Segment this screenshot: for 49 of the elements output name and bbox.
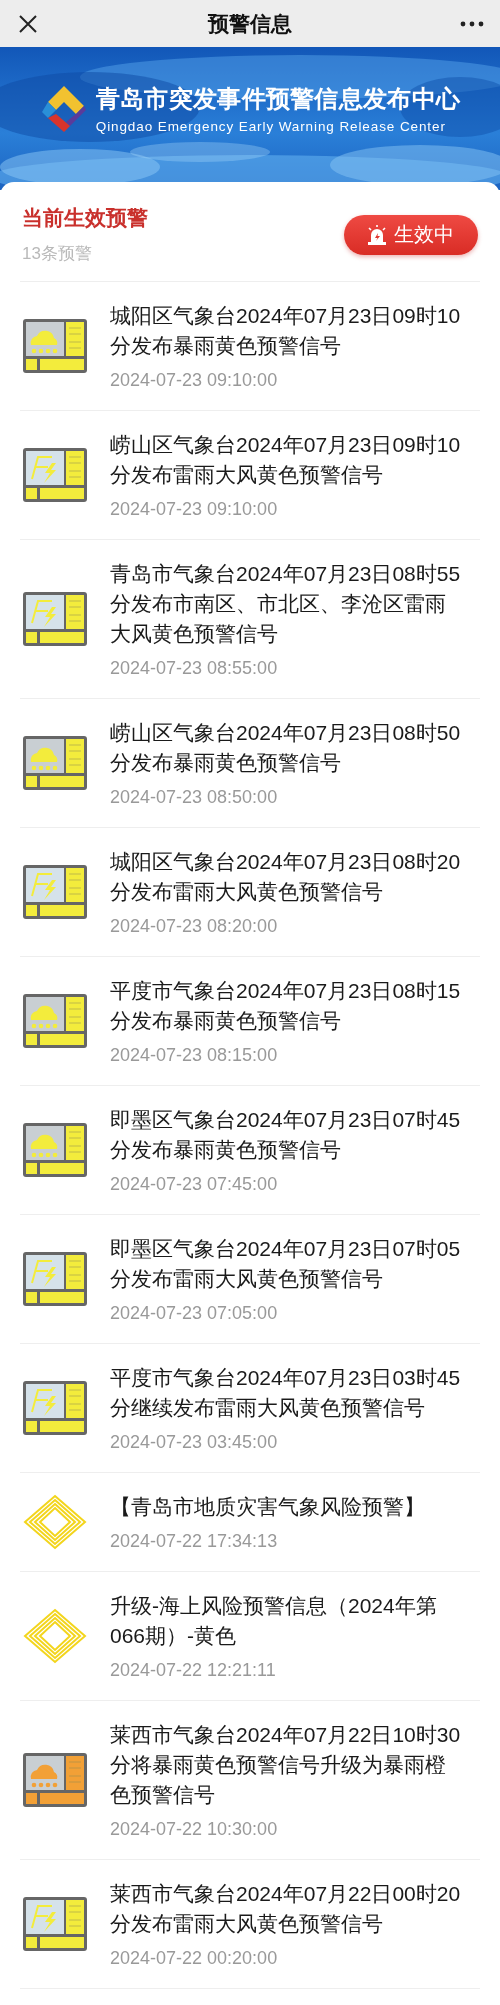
warning-count: 13条预警 [22,243,93,265]
thunderstorm-warning-icon [22,1380,88,1436]
rainstorm-warning-icon [22,1752,88,1808]
warning-title[interactable]: 平度市气象台2024年07月23日08时15分发布暴雨黄色预警信号 [110,976,464,1036]
warning-title[interactable]: 城阳区气象台2024年07月23日08时20分发布雷雨大风黄色预警信号 [110,847,464,907]
section-title: 当前生效预警 [22,205,148,231]
thunderstorm-warning-icon [22,591,88,647]
rainstorm-warning-icon [22,318,88,374]
rainstorm-warning-icon [22,1122,88,1178]
close-icon [18,13,38,34]
warning-title[interactable]: 【青岛市地质灾害气象风险预警】 [110,1492,464,1522]
thunderstorm-warning-icon [22,1251,88,1307]
diamond-logo-icon [22,1494,88,1550]
thunderstorm-warning-icon [22,447,88,503]
warning-time: 2024-07-23 07:05:00 [110,1302,279,1324]
page-title: 预警信息 [208,10,292,37]
rainstorm-warning-icon [22,993,88,1049]
warning-time: 2024-07-23 08:15:00 [110,1044,279,1066]
status-button[interactable]: 生效中 [344,214,478,255]
warning-time: 2024-07-23 09:10:00 [110,369,279,391]
warning-time: 2024-07-23 03:45:00 [110,1431,279,1453]
warning-time: 2024-07-23 08:20:00 [110,915,279,937]
diamond-logo-icon [22,1608,88,1664]
warning-time: 2024-07-23 09:10:00 [110,498,279,520]
thunderstorm-warning-icon [22,864,88,920]
warning-title[interactable]: 平度市气象台2024年07月23日03时45分继续发布雷雨大风黄色预警信号 [110,1363,464,1423]
warning-title[interactable]: 崂山区气象台2024年07月23日09时10分发布雷雨大风黄色预警信号 [110,430,464,490]
logo-icon [39,83,88,134]
warning-time: 2024-07-23 07:45:00 [110,1173,279,1195]
warning-title[interactable]: 崂山区气象台2024年07月23日08时50分发布暴雨黄色预警信号 [110,718,464,778]
warning-time: 2024-07-23 08:55:00 [110,657,279,679]
warning-time: 2024-07-22 12:21:11 [110,1659,277,1681]
warning-title[interactable]: 莱西市气象台2024年07月22日10时30分将暴雨黄色预警信号升级为暴雨橙色预警信号 [110,1720,464,1810]
more-icon [460,20,484,27]
thunderstorm-warning-icon [22,1896,88,1952]
warning-time: 2024-07-22 17:34:13 [110,1530,279,1552]
warning-title[interactable]: 即墨区气象台2024年07月23日07时45分发布暴雨黄色预警信号 [110,1105,464,1165]
warning-title[interactable]: 即墨区气象台2024年07月23日07时05分发布雷雨大风黄色预警信号 [110,1234,464,1294]
banner-title: 青岛市突发事件预警信息发布中心 [95,84,461,114]
warning-title[interactable]: 升级-海上风险预警信息（2024年第066期）-黄色 [110,1591,464,1651]
banner-subtitle: Qingdao Emergency Early Warning Release Center [95,119,447,134]
alarm-icon [366,223,388,246]
warning-title[interactable]: 城阳区气象台2024年07月23日09时10分发布暴雨黄色预警信号 [110,301,464,361]
rainstorm-warning-icon [22,735,88,791]
warning-time: 2024-07-22 00:20:00 [110,1947,279,1969]
warning-time: 2024-07-23 08:50:00 [110,786,279,808]
warning-time: 2024-07-22 10:30:00 [110,1818,279,1840]
warning-title[interactable]: 莱西市气象台2024年07月22日00时20分发布雷雨大风黄色预警信号 [110,1879,464,1939]
warning-title[interactable]: 青岛市气象台2024年07月23日08时55分发布市南区、市北区、李沧区雷雨大风黄色预警信号 [110,559,464,649]
